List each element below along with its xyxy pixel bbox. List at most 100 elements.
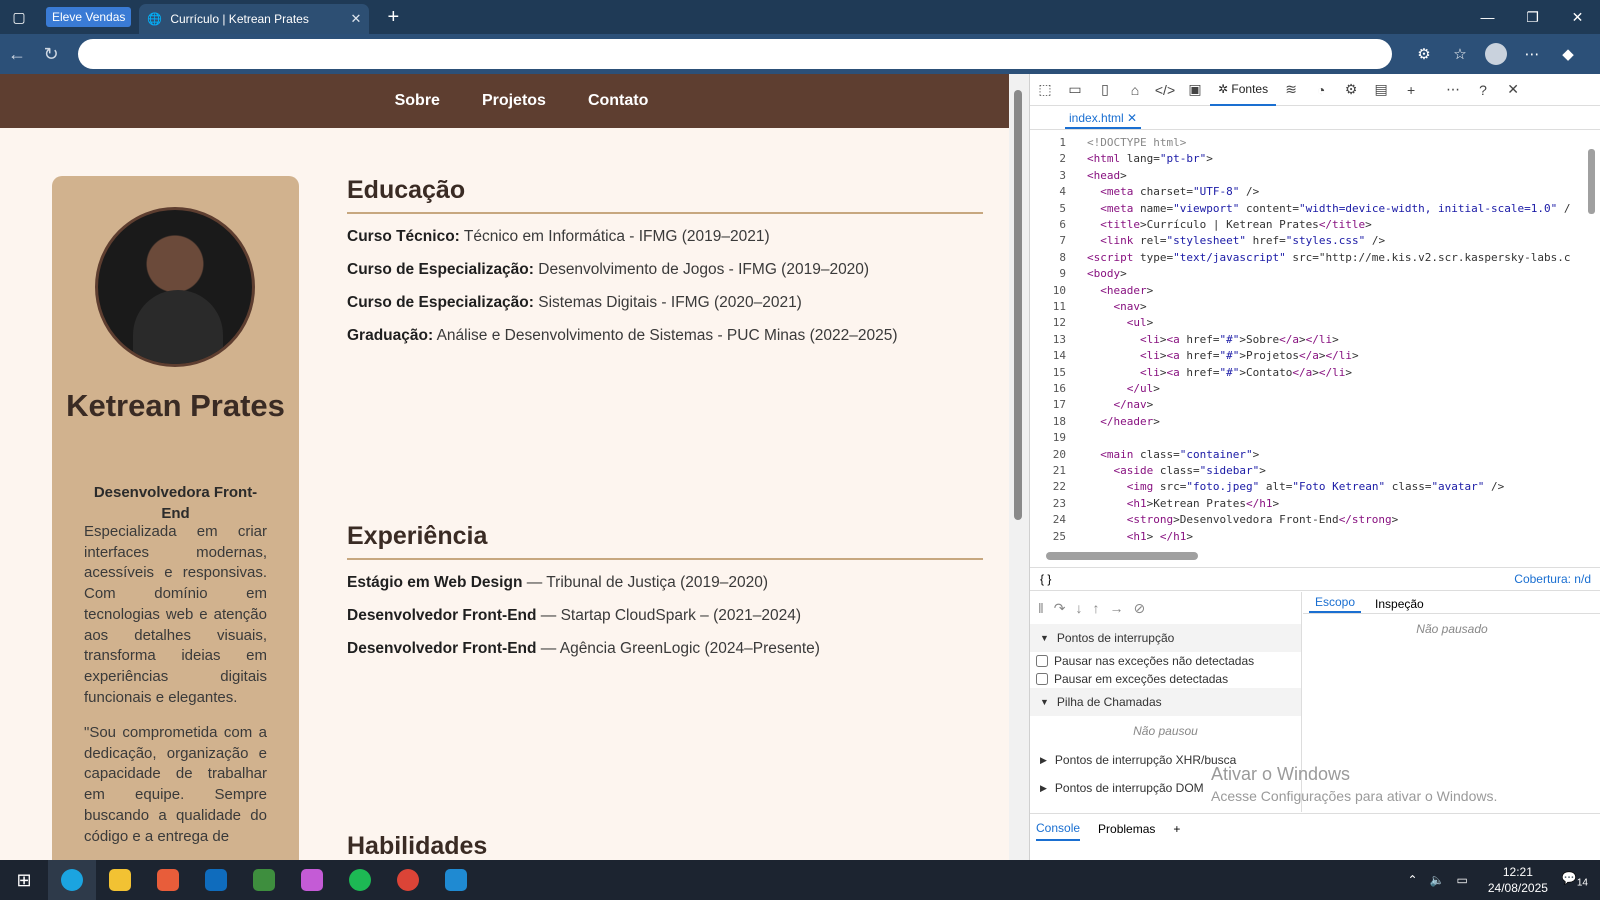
code-editor[interactable]: 1 <!DOCTYPE html> 2 <html lang="pt-br"> 3 <he… xyxy=(1030,132,1600,556)
editor-statusbar: { } Cobertura: n/d xyxy=(1030,567,1600,591)
experience-section: Experiência Estágio em Web Design — Trib… xyxy=(347,522,983,659)
tab-actions-icon[interactable]: ▢ xyxy=(0,0,38,34)
call-stack-header[interactable]: ▼ Pilha de Chamadas xyxy=(1030,688,1301,716)
help-icon[interactable]: ? xyxy=(1468,82,1498,98)
settings-gear-icon[interactable]: ⚙ xyxy=(1336,81,1366,98)
education-title: Educação xyxy=(347,176,983,214)
close-window-button[interactable]: ✕ xyxy=(1555,0,1600,34)
vscode-icon[interactable] xyxy=(432,860,480,900)
performance-icon[interactable]: ◔ xyxy=(1306,82,1336,98)
nav-link-projetos[interactable]: Projetos xyxy=(482,92,546,110)
taskbar: ⊞ ⌃ 🔈 ▭ 12:21 24/08/2025 💬14 xyxy=(0,860,1600,900)
code-line: <title>Currículo | Ketrean Prates</title… xyxy=(1100,218,1372,231)
nav-link-sobre[interactable]: Sobre xyxy=(395,92,440,110)
clock[interactable]: 12:21 24/08/2025 xyxy=(1488,864,1548,896)
spotify-icon[interactable] xyxy=(336,860,384,900)
line-number: 20 xyxy=(1052,447,1066,461)
line-number: 11 xyxy=(1052,300,1066,313)
tab-inspecao[interactable]: Inspeção xyxy=(1369,595,1430,613)
line-number: 15 xyxy=(1052,365,1066,379)
windows-start-icon[interactable]: ⊞ xyxy=(0,860,48,900)
refresh-icon[interactable]: ↻ xyxy=(34,34,68,74)
deactivate-breakpoints-icon[interactable]: ⊘ xyxy=(1134,600,1146,617)
tab-fontes[interactable]: ✲ Fontes xyxy=(1210,74,1277,106)
elements-icon[interactable]: </> xyxy=(1150,82,1180,98)
volume-icon[interactable]: 🔈 xyxy=(1430,873,1445,887)
dock-icon[interactable]: ▯ xyxy=(1090,81,1120,98)
bug-icon: ✲ xyxy=(1218,81,1232,96)
notifications-icon[interactable]: 💬14 xyxy=(1562,871,1588,888)
code-line: </nav> xyxy=(1113,398,1154,412)
add-tool-icon[interactable]: + xyxy=(1396,82,1426,98)
step-icon[interactable]: → xyxy=(1110,600,1124,616)
network-icon[interactable]: ≋ xyxy=(1276,81,1306,98)
chevron-up-icon[interactable]: ⌃ xyxy=(1408,873,1418,887)
line-number: 14 xyxy=(1052,349,1066,363)
education-item: Curso de Especialização: Sistemas Digita… xyxy=(347,294,802,311)
chrome-icon[interactable] xyxy=(384,860,432,900)
line-number: 25 xyxy=(1052,529,1066,543)
browser-titlebar: ▢ Eleve Vendas 🌐 Currículo | Ketrean Pra… xyxy=(0,0,1600,34)
extensions-icon[interactable]: ⚙ xyxy=(1406,34,1442,74)
nodejs-icon[interactable] xyxy=(240,860,288,900)
experience-title: Experiência xyxy=(347,522,983,560)
close-devtools-icon[interactable]: ✕ xyxy=(1498,81,1528,98)
code-line: <head> xyxy=(1087,168,1127,182)
tab-escopo[interactable]: Escopo xyxy=(1309,593,1362,613)
copilot-icon[interactable]: ◆ xyxy=(1550,34,1586,74)
tab-group-label[interactable]: Eleve Vendas xyxy=(46,7,132,27)
network-tray-icon[interactable]: ▭ xyxy=(1457,873,1468,887)
line-number: 22 xyxy=(1052,480,1066,494)
tab-problemas[interactable]: Problemas xyxy=(1098,822,1155,836)
more-menu-icon[interactable]: ⋯ xyxy=(1514,34,1550,74)
add-drawer-tab-icon[interactable]: + xyxy=(1173,822,1180,836)
code-line: <!DOCTYPE html> xyxy=(1087,136,1187,149)
inspect-icon[interactable]: ⬚ xyxy=(1030,81,1060,98)
profile-icon[interactable] xyxy=(1478,34,1514,74)
code-line: <li><a href="#">Contato</a></li> xyxy=(1139,365,1352,379)
step-out-icon[interactable]: ↑ xyxy=(1093,600,1100,616)
skills-title: Habilidades xyxy=(347,832,983,860)
application-icon[interactable]: ▤ xyxy=(1366,81,1396,98)
new-tab-button[interactable]: + xyxy=(381,6,405,29)
minimize-button[interactable]: — xyxy=(1465,0,1510,34)
edge-icon[interactable] xyxy=(48,860,96,900)
profile-role: Desenvolvedora Front-End xyxy=(93,484,258,522)
back-arrow-icon[interactable]: ← xyxy=(0,34,34,74)
address-input[interactable] xyxy=(78,39,1392,69)
step-into-icon[interactable]: ↓ xyxy=(1076,600,1083,616)
browser-tab-active[interactable]: 🌐 Currículo | Ketrean Prates ✕ xyxy=(139,4,370,34)
line-number: 4 xyxy=(1059,185,1066,199)
pretty-print-button[interactable]: { } xyxy=(1040,572,1051,586)
home-icon[interactable]: ⌂ xyxy=(1120,82,1150,98)
breakpoints-header[interactable]: ▼ Pontos de interrupção xyxy=(1030,624,1301,652)
pause-uncaught-option[interactable]: Pausar nas exceções não detectadas xyxy=(1030,652,1301,670)
code-vertical-scrollbar[interactable] xyxy=(1588,149,1595,214)
more-tools-icon[interactable]: ⋯ xyxy=(1438,81,1468,98)
address-toolbar: ← ↻ ⚙ ☆ ⋯ ◆ xyxy=(0,34,1600,74)
line-number: 2 xyxy=(1059,152,1066,166)
education-section: Educação Curso Técnico: Técnico em Infor… xyxy=(347,176,983,346)
maximize-button[interactable]: ❐ xyxy=(1510,0,1555,34)
nav-link-contato[interactable]: Contato xyxy=(588,92,648,110)
console-icon[interactable]: ▣ xyxy=(1180,81,1210,98)
page-scrollbar[interactable] xyxy=(1009,74,1029,860)
tab-close-icon[interactable]: ✕ xyxy=(350,11,361,27)
step-over-icon[interactable]: ↷ xyxy=(1054,600,1066,617)
file-explorer-icon[interactable] xyxy=(96,860,144,900)
experience-item: Estágio em Web Design — Tribunal de Just… xyxy=(347,574,768,591)
device-icon[interactable]: ▭ xyxy=(1060,81,1090,98)
line-number: 10 xyxy=(1052,283,1066,297)
outlook-icon[interactable] xyxy=(192,860,240,900)
code-horizontal-scrollbar[interactable] xyxy=(1046,552,1198,560)
line-number: 16 xyxy=(1052,382,1066,395)
pause-caught-option[interactable]: Pausar em exceções detectadas xyxy=(1030,670,1301,688)
copilot-taskbar-icon[interactable] xyxy=(288,860,336,900)
file-tab-index[interactable]: index.html ✕ xyxy=(1065,109,1142,129)
favorites-icon[interactable]: ☆ xyxy=(1442,34,1478,74)
code-line: <h1> </h1> xyxy=(1126,529,1193,543)
store-icon[interactable] xyxy=(144,860,192,900)
tab-console[interactable]: Console xyxy=(1036,817,1081,841)
profile-sidebar: Ketrean Prates Desenvolvedora Front-End … xyxy=(52,176,299,860)
pause-icon[interactable]: ‖ xyxy=(1038,600,1044,616)
